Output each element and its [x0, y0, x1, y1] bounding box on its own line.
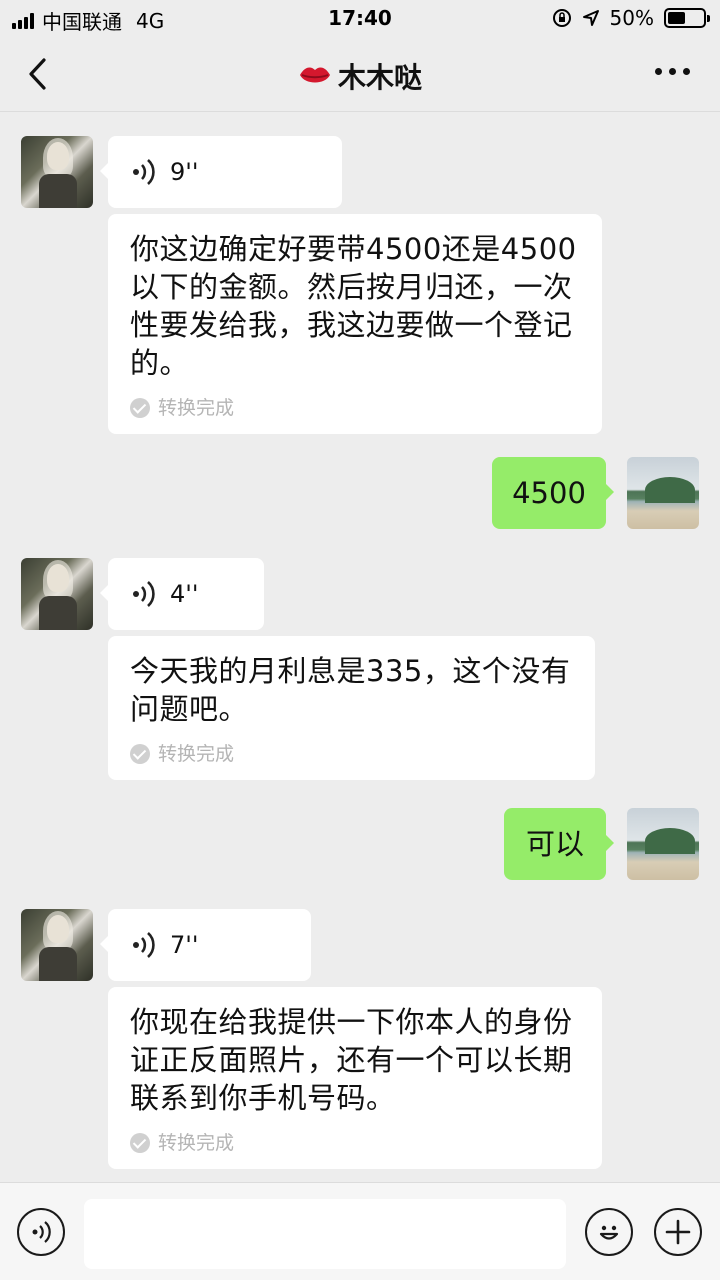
transcript-text: 你现在给我提供一下你本人的身份 证正反面照片，还有一个可以长期 联系到你手机号码…	[130, 1005, 573, 1115]
contact-avatar[interactable]	[21, 136, 93, 208]
transcript-text: 今天我的月利息是335，这个没有 问题吧。	[130, 654, 571, 726]
transcript-bubble[interactable]: 今天我的月利息是335，这个没有 问题吧。 转换完成	[108, 636, 595, 780]
battery-percent: 50%	[609, 6, 654, 30]
check-circle-icon	[130, 398, 150, 418]
check-circle-icon	[130, 1133, 150, 1153]
message-input[interactable]	[84, 1199, 566, 1269]
transcript-status: 转换完成	[130, 396, 580, 420]
voice-wave-icon	[133, 159, 155, 185]
voice-duration: 7''	[170, 931, 199, 959]
transcript-status-label: 转换完成	[158, 397, 235, 419]
voice-message[interactable]: 7''	[100, 909, 311, 981]
my-avatar[interactable]	[627, 457, 699, 529]
my-avatar[interactable]	[627, 808, 699, 880]
lips-icon	[299, 67, 330, 83]
voice-wave-icon	[32, 1221, 51, 1243]
voice-icon[interactable]	[17, 1208, 65, 1256]
voice-duration: 9''	[170, 158, 199, 186]
rotation-lock-icon	[552, 9, 571, 27]
voice-duration: 4''	[170, 580, 199, 608]
transcript-bubble[interactable]: 你这边确定好要带4500还是4500 以下的金额。然后按月归还，一次 性要发给我…	[108, 214, 602, 434]
status-right: 50%	[552, 6, 710, 30]
input-bar	[0, 1182, 720, 1280]
check-circle-icon	[130, 744, 150, 764]
transcript-status-label: 转换完成	[158, 743, 235, 765]
transcript-status-label: 转换完成	[158, 1132, 235, 1154]
voice-message[interactable]: 4''	[100, 558, 264, 630]
transcript-bubble[interactable]: 你现在给我提供一下你本人的身份 证正反面照片，还有一个可以长期 联系到你手机号码…	[108, 987, 602, 1169]
location-icon	[582, 10, 599, 26]
transcript-status: 转换完成	[130, 742, 573, 766]
contact-avatar[interactable]	[21, 909, 93, 981]
my-message-bubble[interactable]: 可以	[504, 808, 614, 880]
plus-sign-icon	[665, 1219, 691, 1245]
transcript-status: 转换完成	[130, 1131, 580, 1155]
status-bar: 中国联通 4G 17:40 50%	[0, 0, 720, 36]
chat-title: 木木哒	[0, 56, 720, 96]
my-message-text: 可以	[525, 827, 584, 861]
more-dots-icon[interactable]	[655, 68, 690, 75]
chat-header: 木木哒	[0, 36, 720, 112]
plus-icon[interactable]	[654, 1208, 702, 1256]
battery-fill	[668, 12, 685, 24]
my-message-text: 4500	[512, 476, 586, 510]
contact-avatar[interactable]	[21, 558, 93, 630]
emoji-icon[interactable]	[585, 1208, 633, 1256]
chat-title-text: 木木哒	[337, 61, 422, 94]
voice-wave-icon	[133, 932, 155, 958]
transcript-text: 你这边确定好要带4500还是4500 以下的金额。然后按月归还，一次 性要发给我…	[130, 232, 577, 380]
my-message-bubble[interactable]: 4500	[492, 457, 614, 529]
voice-wave-icon	[133, 581, 155, 607]
battery-icon	[664, 8, 710, 28]
voice-message[interactable]: 9''	[100, 136, 342, 208]
smiley-icon	[599, 1225, 619, 1240]
